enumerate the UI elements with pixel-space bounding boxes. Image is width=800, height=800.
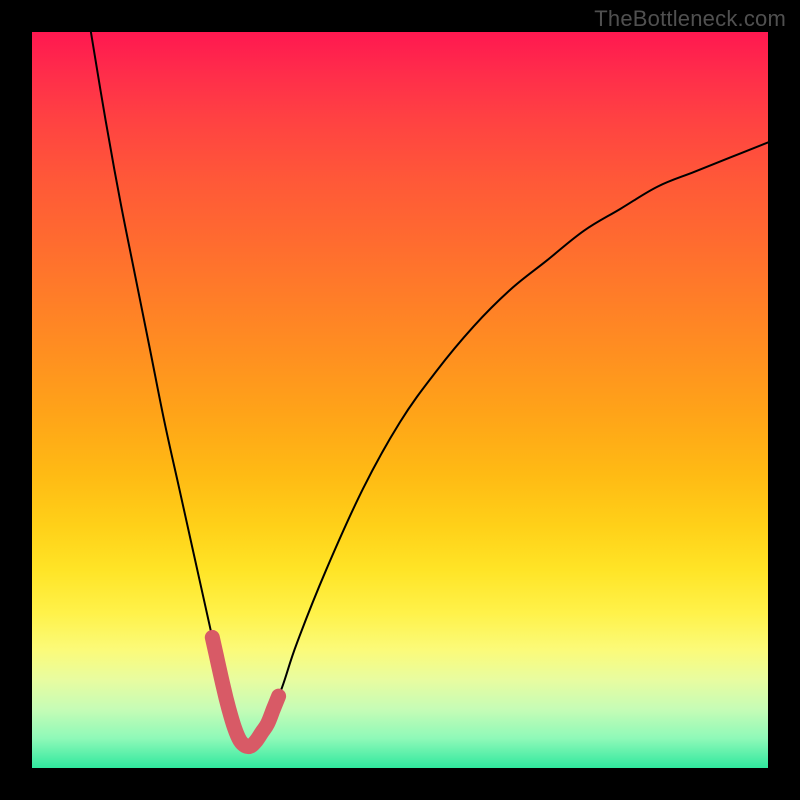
outer-frame: TheBottleneck.com [0,0,800,800]
bottleneck-curve [91,32,768,748]
plot-area [32,32,768,768]
watermark-text: TheBottleneck.com [594,6,786,32]
curve-layer [32,32,768,768]
marker-run [212,637,278,746]
